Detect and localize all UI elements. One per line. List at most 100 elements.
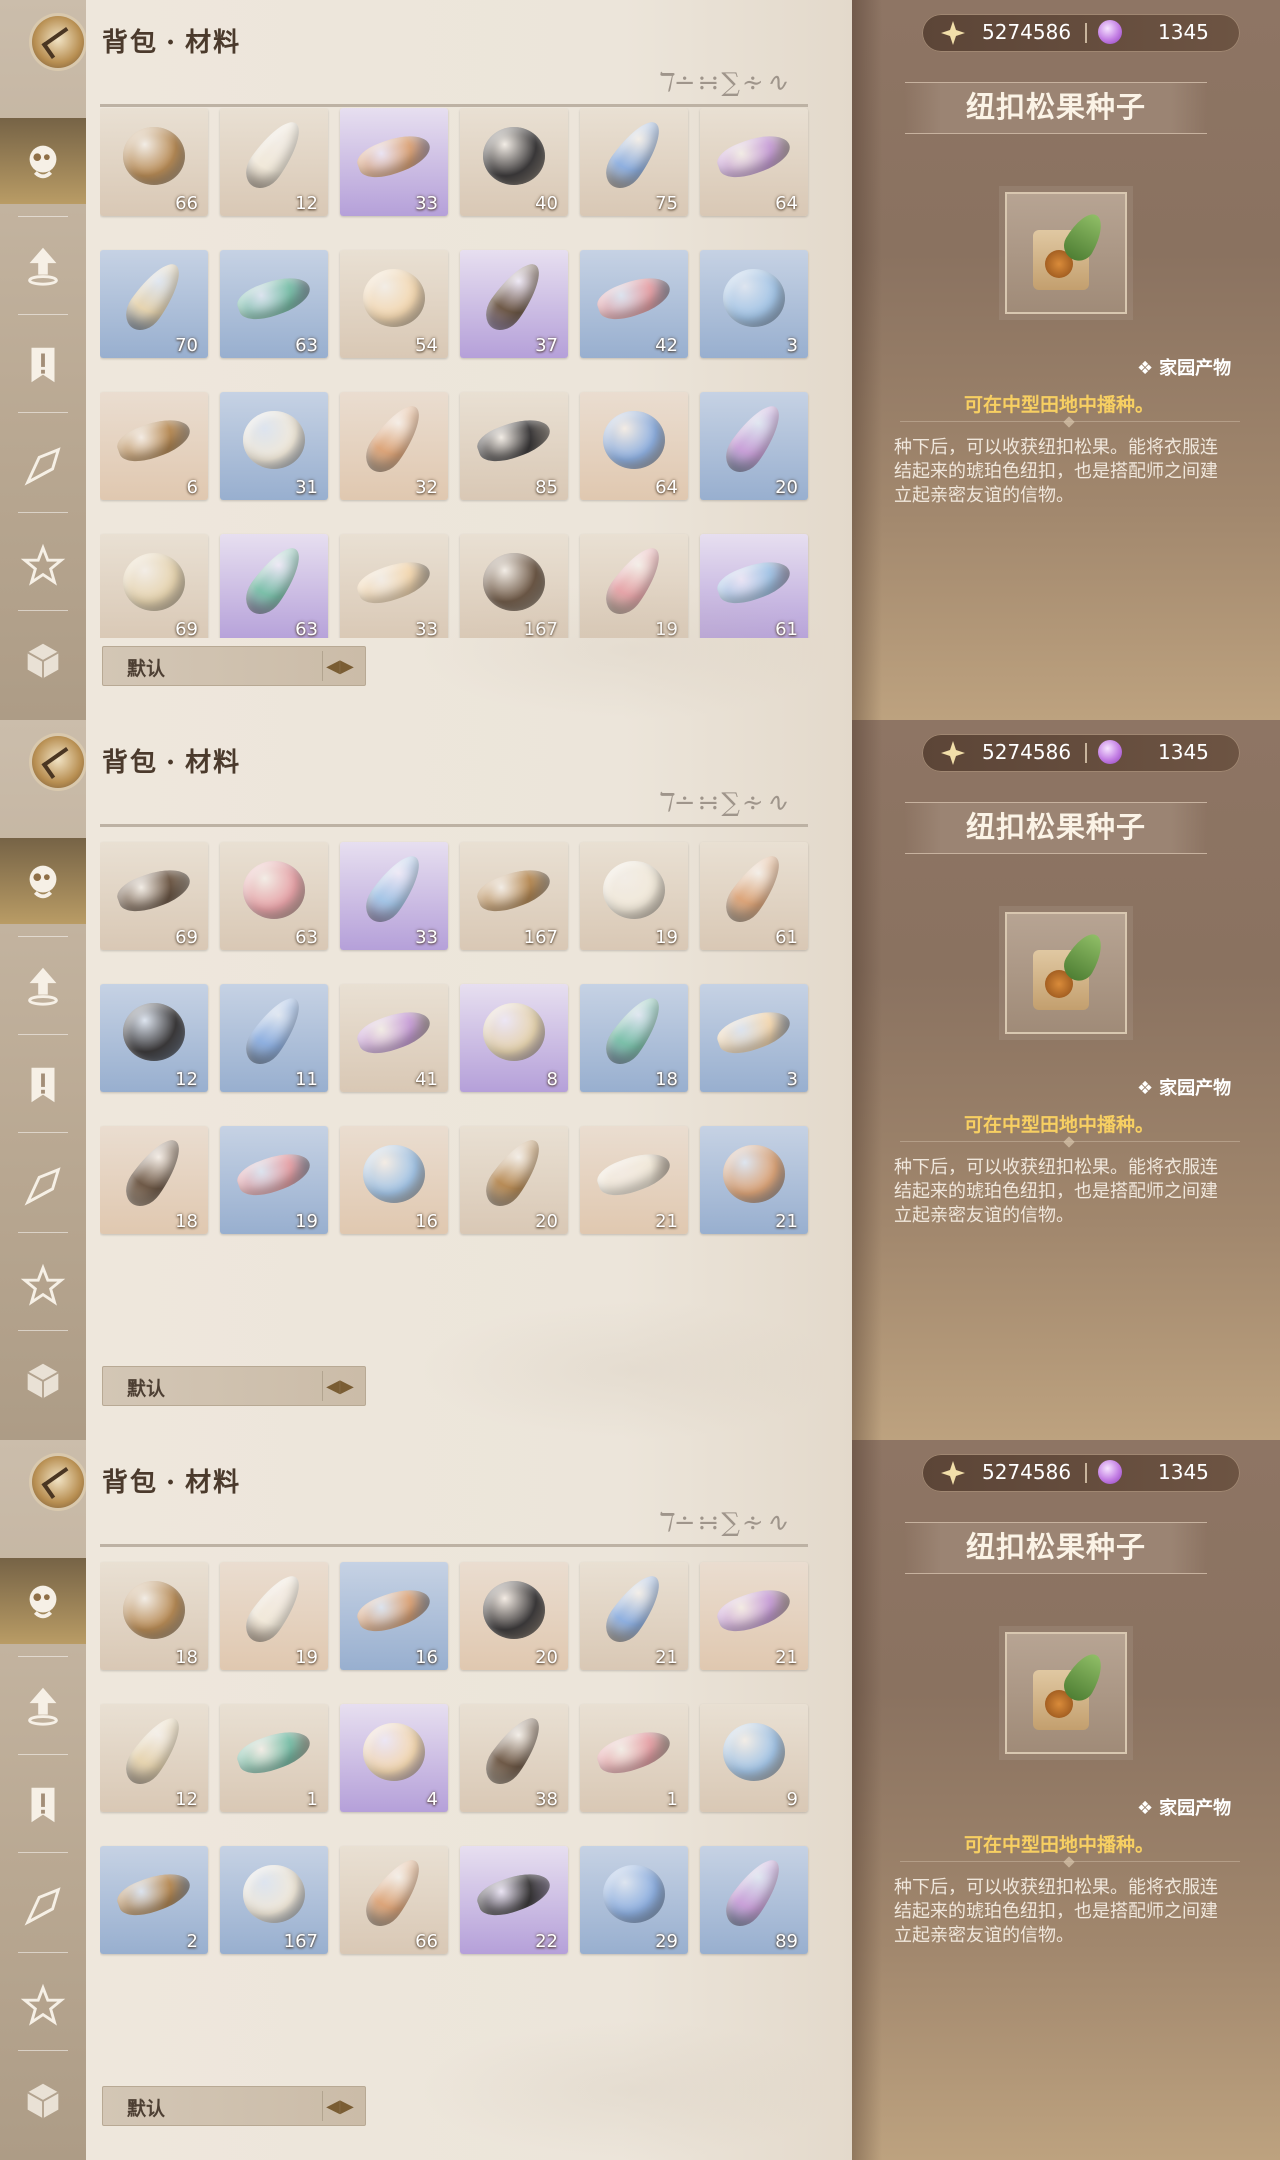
item-slot[interactable]: 19 [580,842,688,950]
item-count: 2 [186,1931,198,1952]
item-slot[interactable]: 1 [580,1704,688,1812]
item-slot[interactable]: 4 [340,1704,448,1812]
material-item-icon [243,1864,305,1923]
item-count: 3 [786,335,798,356]
screenshot-stack: 背包 · 材料 ℸ∸∺∑∻∿ 66 12 33 40 75 64 70 63 54 37 42 3 6 31 3… [0,0,1280,2160]
sort-dropdown[interactable]: 默认 ◀▶ [102,2086,366,2126]
item-slot[interactable]: 75 [580,108,688,216]
item-slot[interactable]: 20 [460,1126,568,1234]
item-name: 纽扣松果种子 [965,810,1146,844]
item-slot[interactable]: 69 [100,842,208,950]
item-slot[interactable]: 40 [460,108,568,216]
item-slot[interactable]: 21 [700,1562,808,1670]
rail-tab-furniture[interactable] [0,2058,86,2144]
item-slot[interactable]: 31 [220,392,328,500]
item-slot[interactable]: 64 [580,392,688,500]
rail-tab-materials[interactable] [0,118,86,204]
item-slot[interactable]: 18 [100,1126,208,1234]
item-name: 纽扣松果种子 [965,90,1146,124]
rail-tab-crystal[interactable] [0,1864,86,1950]
rail-tab-crystal[interactable] [0,1144,86,1230]
item-slot[interactable]: 21 [700,1126,808,1234]
item-slot[interactable]: 70 [100,250,208,358]
item-description: 种下后，可以收获纽扣松果。能将衣服连结起来的琥珀色纽扣，也是搭配师之间建立起亲密… [894,437,1218,506]
item-slot[interactable]: 167 [220,1846,328,1954]
sort-toggle-icon[interactable]: ◀▶ [322,1371,357,1401]
item-slot[interactable]: 89 [700,1846,808,1954]
item-slot[interactable]: 33 [340,108,448,216]
item-count: 89 [775,1931,798,1952]
item-slot[interactable]: 63 [220,842,328,950]
item-slot[interactable]: 63 [220,250,328,358]
rail-tab-materials[interactable] [0,838,86,924]
item-preview [1005,1632,1127,1754]
rail-tab-crystal[interactable] [0,424,86,510]
rail-tab-quest[interactable] [0,1762,86,1848]
item-slot[interactable]: 32 [340,392,448,500]
item-slot[interactable]: 38 [460,1704,568,1812]
item-slot[interactable]: 11 [220,984,328,1092]
item-scroll-view[interactable]: 6313285642069633316719611211418183181916… [100,828,812,1358]
item-slot[interactable]: 64 [700,108,808,216]
rail-tab-star[interactable] [0,1242,86,1328]
item-slot[interactable]: 29 [580,1846,688,1954]
sort-dropdown[interactable]: 默认 ◀▶ [102,646,366,686]
item-slot[interactable]: 69 [100,534,208,638]
item-count: 85 [535,477,558,498]
item-slot[interactable]: 18 [100,1562,208,1670]
item-slot[interactable]: 8 [460,984,568,1092]
rail-tab-furniture[interactable] [0,1338,86,1424]
rail-tab-materials[interactable] [0,1558,86,1644]
rail-tab-upgrade[interactable] [0,942,86,1028]
item-slot[interactable]: 21 [580,1562,688,1670]
item-slot[interactable]: 37 [460,250,568,358]
item-slot[interactable]: 66 [340,1846,448,1954]
back-logo-icon[interactable] [32,1456,84,1508]
item-slot[interactable]: 6 [100,392,208,500]
back-logo-icon[interactable] [32,16,84,68]
item-slot[interactable]: 167 [460,842,568,950]
item-scroll-view[interactable]: 1211418183181916202121121438192167662229… [100,1548,812,2078]
rail-tab-quest[interactable] [0,322,86,408]
item-slot[interactable]: 16 [340,1126,448,1234]
item-scroll-view[interactable]: 66 12 33 40 75 64 70 63 54 37 42 3 6 31 32 85 64 20 69 63 33… [100,108,812,638]
item-slot[interactable]: 19 [220,1562,328,1670]
material-item-icon [118,1709,190,1791]
rail-tab-star[interactable] [0,1962,86,2048]
item-slot[interactable]: 85 [460,392,568,500]
item-slot[interactable]: 42 [580,250,688,358]
item-slot[interactable]: 18 [580,984,688,1092]
sort-dropdown[interactable]: 默认 ◀▶ [102,1366,366,1406]
item-slot[interactable]: 20 [700,392,808,500]
item-slot[interactable]: 20 [460,1562,568,1670]
rail-tab-star[interactable] [0,522,86,608]
rail-tab-upgrade[interactable] [0,222,86,308]
item-slot[interactable]: 61 [700,842,808,950]
item-slot[interactable]: 66 [100,108,208,216]
sort-toggle-icon[interactable]: ◀▶ [322,2091,357,2121]
item-slot[interactable]: 2 [100,1846,208,1954]
item-slot[interactable]: 9 [700,1704,808,1812]
cube-icon [27,643,59,679]
item-slot[interactable]: 12 [220,108,328,216]
item-slot[interactable]: 33 [340,842,448,950]
item-slot[interactable]: 21 [580,1126,688,1234]
item-slot[interactable]: 3 [700,250,808,358]
item-slot[interactable]: 12 [100,1704,208,1812]
item-slot[interactable]: 41 [340,984,448,1092]
rail-tab-upgrade[interactable] [0,1662,86,1748]
item-slot[interactable]: 33 [340,534,448,638]
item-slot[interactable]: 63 [220,534,328,638]
rail-tab-furniture[interactable] [0,618,86,704]
item-slot[interactable]: 1 [220,1704,328,1812]
rail-tab-quest[interactable] [0,1042,86,1128]
item-slot[interactable]: 54 [340,250,448,358]
back-logo-icon[interactable] [32,736,84,788]
item-slot[interactable]: 12 [100,984,208,1092]
item-slot[interactable]: 16 [340,1562,448,1670]
sort-toggle-icon[interactable]: ◀▶ [322,651,357,681]
rail-divider [18,936,68,937]
item-slot[interactable]: 22 [460,1846,568,1954]
item-slot[interactable]: 3 [700,984,808,1092]
item-slot[interactable]: 19 [220,1126,328,1234]
